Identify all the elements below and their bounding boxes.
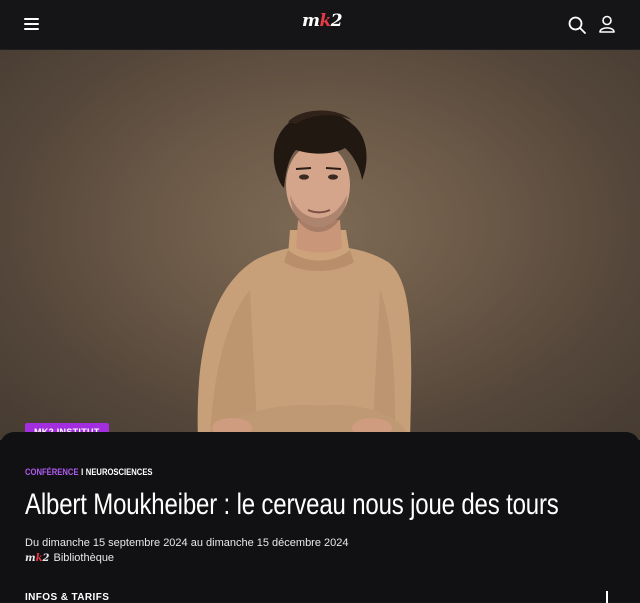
event-tags: CONFÉRENCE I NEUROSCIENCES [25,466,153,478]
logo-mid: k [319,11,332,31]
venue-name: Bibliothèque [53,552,115,564]
hero-portrait-image [0,50,640,440]
expand-icon[interactable] [606,591,608,603]
top-navigation-bar: mk2 [0,0,640,50]
infos-tarifs-heading[interactable]: INFOS & TARIFS [25,592,109,603]
logo-prefix: m [302,11,320,31]
tag-separator: I [81,467,84,477]
hamburger-menu-icon[interactable] [22,15,44,33]
category-tag-neurosciences[interactable]: NEUROSCIENCES [86,467,153,477]
venue-logo-suffix: 2 [42,553,50,564]
user-account-icon[interactable] [597,14,617,34]
venue-mk2-logo: mk2 [25,553,50,564]
search-icon[interactable] [567,15,587,35]
event-title: Albert Moukheiber : le cerveau nous joue… [25,488,559,521]
event-dates: Du dimanche 15 septembre 2024 au dimanch… [25,537,349,549]
venue-logo-mid: k [35,553,43,564]
venue-logo-prefix: m [25,553,36,564]
logo-suffix: 2 [330,11,343,31]
mk2-logo[interactable]: mk2 [302,11,343,31]
event-venue-link[interactable]: mk2 Bibliothèque [25,552,114,564]
category-tag-conference[interactable]: CONFÉRENCE [25,467,79,477]
portrait-illustration [197,110,412,440]
